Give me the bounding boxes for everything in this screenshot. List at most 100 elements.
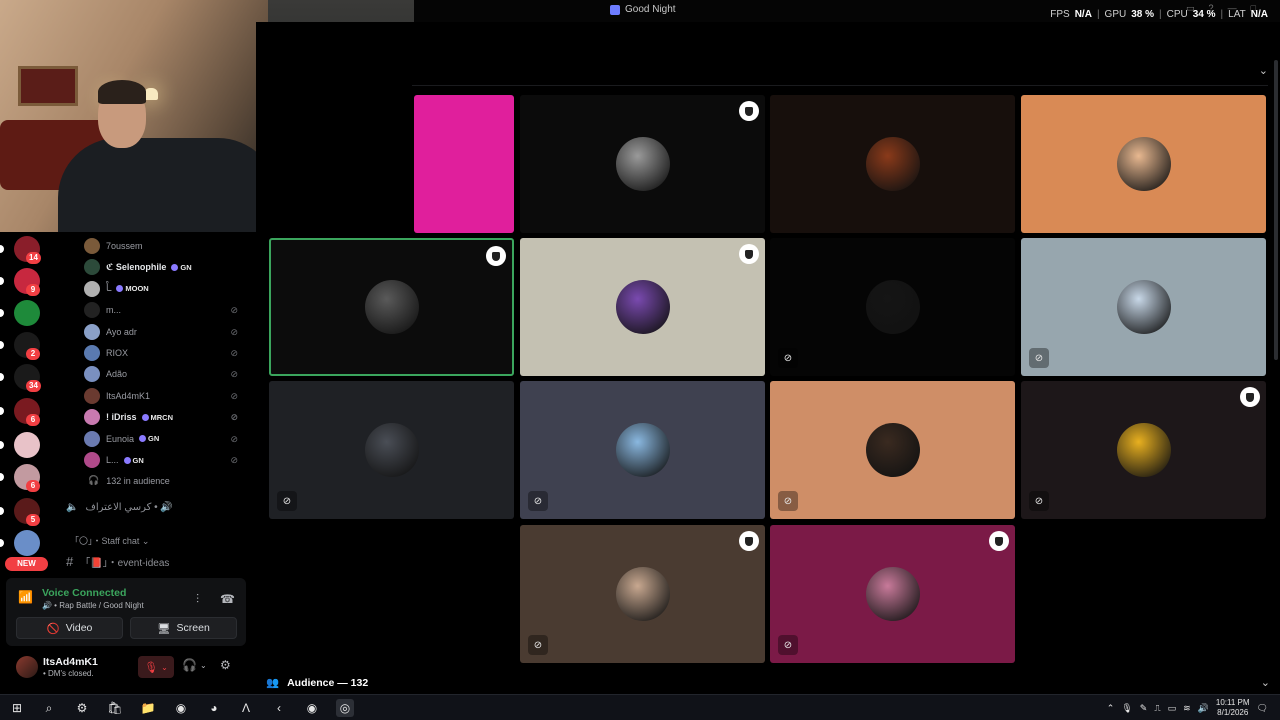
chevron-down-icon[interactable]: ⌄ (200, 661, 207, 670)
audience-count-text: 132 in audience (106, 475, 170, 486)
speaker-tile[interactable] (1021, 95, 1266, 233)
network-icon[interactable]: ⎍ (1154, 703, 1160, 714)
avatar[interactable] (16, 656, 38, 678)
chevron-down-icon[interactable]: ⌄ (1261, 676, 1270, 689)
gpu-value: 38 % (1131, 9, 1155, 20)
audience-header-text: Audience — 132 (287, 676, 369, 689)
mute-button[interactable]: 🎙 ⌄ (138, 656, 174, 678)
voice-user[interactable]: m... ⊘ (84, 301, 244, 319)
user-panel: ItsAd4mK1 • DM's closed. 🎙 ⌄ 🎧 ⌄ ⚙ (0, 648, 254, 688)
performance-overlay: FPS N/A | GPU 38 % | CPU 34 % | LAT N/A (1050, 9, 1268, 20)
voice-user[interactable]: RIOX ⊘ (84, 344, 244, 362)
volume-icon[interactable]: 🔊 (1198, 703, 1209, 714)
unread-indicator (0, 277, 4, 285)
channel-event-ideas[interactable]: # 「📕」・event-ideas (66, 554, 169, 569)
notifications-icon[interactable]: 🗨 (1257, 703, 1268, 714)
screen-button[interactable]: 🖥 Screen (130, 617, 237, 639)
speaker-tile[interactable]: ⊘ (1021, 238, 1266, 376)
server-icon[interactable] (14, 432, 40, 458)
screen-share-icon: 🖥 (157, 622, 171, 635)
voice-user[interactable]: ItsAd4mK1 ⊘ (84, 387, 244, 405)
chrome-icon[interactable]: ◉ (303, 699, 321, 717)
speaker-tile[interactable] (269, 238, 514, 376)
speaker-tile[interactable]: ⊘ (770, 525, 1015, 663)
unread-indicator (0, 341, 4, 349)
server-rail: NEW 14 9 2 34 6 6 5 (0, 232, 54, 572)
person-body (58, 138, 278, 232)
disconnect-icon[interactable]: ☎ (220, 592, 235, 606)
clock-date: 8/1/2026 (1217, 708, 1249, 717)
voice-user[interactable]: L... GN ⊘ (84, 451, 244, 469)
people-icon: 👥 (266, 677, 280, 689)
server-tag-text: GN (132, 455, 144, 465)
speaker-tile[interactable]: ⊘ (770, 238, 1015, 376)
chevron-up-icon[interactable]: ⌃ (1107, 703, 1115, 714)
start-icon[interactable]: ⊞ (8, 699, 26, 717)
avatar (1116, 280, 1171, 334)
voice-user[interactable]: Adão ⊘ (84, 365, 244, 383)
server-tag: GN (139, 434, 159, 443)
voice-user[interactable]: ! iDriss MRCN ⊘ (84, 408, 244, 426)
speaker-tile[interactable]: ⊘ (269, 381, 514, 519)
speaker-tile[interactable] (414, 95, 514, 233)
server-icon[interactable] (14, 300, 40, 326)
noise-suppression-icon[interactable]: ⫶ (196, 592, 199, 607)
signal-icon[interactable]: 📶 (18, 590, 34, 606)
server-tag-text: MOON (125, 284, 149, 294)
voice-user[interactable]: 7oussem (84, 237, 244, 255)
avatar (615, 423, 670, 477)
voice-user[interactable]: Eunoia GN ⊘ (84, 430, 244, 448)
mic-muted-icon: ⊘ (277, 491, 297, 511)
voice-connected-panel: 📶 Voice Connected 🔊 • Rap Battle / Good … (6, 578, 246, 646)
speaker-tile[interactable]: ⊘ (1021, 381, 1266, 519)
voice-user[interactable]: Ayo adr ⊘ (84, 323, 244, 341)
speaker-tile[interactable] (770, 95, 1015, 233)
mention-badge: 34 (26, 380, 41, 392)
voice-user[interactable]: ℭ Selenophile GN (84, 258, 244, 276)
settings-icon[interactable]: ⚙ (73, 699, 91, 717)
voice-status[interactable]: Voice Connected (42, 587, 126, 599)
avatar (84, 345, 100, 361)
chrome-icon[interactable]: ◉ (172, 699, 190, 717)
terminal-icon[interactable]: Λ (237, 699, 255, 717)
files-icon[interactable]: 📁 (139, 699, 157, 717)
app-icon[interactable]: ‹ (270, 699, 288, 717)
scrollbar[interactable] (1274, 60, 1278, 360)
server-icon[interactable] (14, 530, 40, 556)
speaker-tile[interactable]: ⊘ (520, 381, 765, 519)
category-name: 「〇」・Staff chat ⌄ (70, 536, 150, 546)
gear-icon[interactable]: ⚙ (220, 658, 231, 672)
discord-icon[interactable]: ◕ (205, 699, 223, 717)
speaker-tile[interactable]: ⊘ (770, 381, 1015, 519)
chevron-down-icon[interactable]: ⌄ (1259, 64, 1268, 77)
channel-confession[interactable]: 🔈 كرسي الاعتراف • 🔊 (66, 502, 173, 513)
record-icon[interactable]: ◎ (336, 699, 354, 717)
chevron-down-icon: ⌄ (161, 662, 168, 672)
speaker-tile[interactable] (520, 95, 765, 233)
window-title-text: Good Night (625, 4, 676, 15)
server-tag-text: GN (148, 434, 160, 444)
speaker-tile[interactable]: ⊘ (520, 525, 765, 663)
wifi-icon[interactable]: ≋ (1183, 703, 1191, 714)
display-icon[interactable]: ▭ (1168, 703, 1177, 714)
avatar (84, 323, 100, 340)
audience-count[interactable]: 🎧 132 in audience (88, 475, 170, 486)
clock[interactable]: 10:11 PM 8/1/2026 (1216, 698, 1250, 718)
search-icon[interactable]: ⌕ (40, 699, 58, 717)
channel-name: كرسي الاعتراف • 🔊 (85, 502, 173, 513)
pen-icon[interactable]: ✎ (1140, 703, 1148, 714)
speaker-tile[interactable] (520, 238, 765, 376)
hashtag-icon: # (66, 554, 74, 569)
tag-icon (141, 413, 149, 421)
category-staff-chat[interactable]: 「〇」・Staff chat ⌄ (70, 534, 149, 547)
wall-painting (18, 66, 78, 106)
mic-icon[interactable]: 🎙 (1121, 703, 1132, 714)
headphones-icon[interactable]: 🎧 (182, 658, 197, 672)
voice-channel[interactable]: 🔊 • Rap Battle / Good Night (42, 601, 144, 610)
video-button[interactable]: 🚫 Video (16, 617, 123, 639)
avatar (865, 137, 920, 191)
mention-badge: 5 (26, 514, 40, 526)
username[interactable]: ItsAd4mK1 (43, 656, 98, 668)
store-icon[interactable]: 🛍 (106, 699, 124, 717)
voice-user[interactable]: ـاْ MOON (84, 280, 244, 298)
